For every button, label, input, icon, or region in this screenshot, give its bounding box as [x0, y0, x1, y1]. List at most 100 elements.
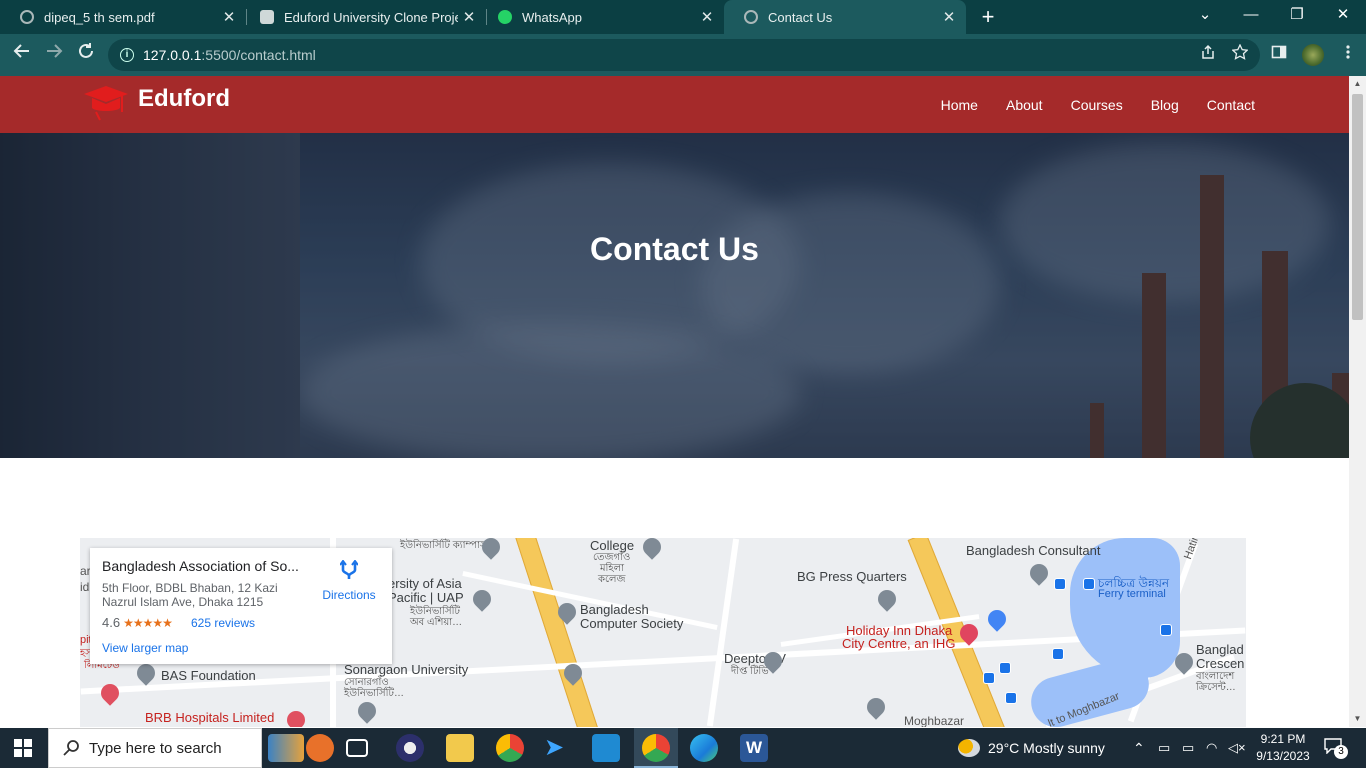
tab-contact[interactable]: Contact Us ✕: [724, 0, 966, 34]
tab-pdf[interactable]: dipeq_5 th sem.pdf ✕: [0, 0, 246, 34]
close-icon[interactable]: ✕: [458, 8, 480, 26]
battery-icon[interactable]: ▭: [1182, 728, 1194, 768]
volume-muted-icon[interactable]: ◁×: [1228, 728, 1246, 768]
windows-start-icon[interactable]: [14, 739, 32, 757]
map-label: দীপ্ত টিভি: [731, 666, 769, 677]
main-nav: Home About Courses Blog Contact: [913, 76, 1255, 133]
view-larger-map-link[interactable]: View larger map: [102, 641, 188, 655]
whatsapp-icon: [498, 10, 512, 24]
scroll-down-icon[interactable]: ▼: [1353, 714, 1362, 723]
minimize-button[interactable]: —: [1228, 0, 1274, 34]
page-scrollbar[interactable]: ▲ ▼: [1349, 76, 1366, 727]
map-label: ersity of Asia: [388, 576, 462, 591]
site-logo[interactable]: Eduford: [82, 82, 230, 122]
chrome-icon[interactable]: [496, 734, 524, 762]
new-tab-button[interactable]: +: [976, 3, 1000, 31]
reviews-link[interactable]: 625 reviews: [191, 616, 255, 630]
scroll-up-icon[interactable]: ▲: [1353, 79, 1362, 88]
menu-kebab-icon[interactable]: [1337, 44, 1359, 66]
map-label: Ferry terminal: [1098, 588, 1166, 600]
place-info-card: Bangladesh Association of So... 5th Floo…: [90, 548, 392, 664]
tray-chevron-icon[interactable]: ⌃: [1133, 728, 1145, 768]
map-label: Moghbazar: [904, 714, 965, 727]
meet-now-icon[interactable]: ▭: [1158, 728, 1170, 768]
close-icon[interactable]: ✕: [218, 8, 240, 26]
word-icon[interactable]: W: [740, 734, 768, 762]
map-pin-icon[interactable]: [874, 586, 900, 612]
weather-sun-icon: [958, 739, 980, 757]
hero-overlay: [0, 133, 1349, 458]
map-label: ক্রিসেন্ট…: [1196, 682, 1236, 693]
directions-icon: [339, 559, 359, 579]
tab-whatsapp[interactable]: WhatsApp ✕: [478, 0, 724, 34]
bus-stop-icon[interactable]: [1052, 648, 1064, 660]
taskbar-search-box[interactable]: Type here to search: [48, 728, 262, 768]
url-path: :5500/contact.html: [201, 47, 316, 63]
info-icon[interactable]: i: [120, 48, 134, 62]
directions-label: Directions: [322, 588, 376, 602]
hospital-pin-icon[interactable]: [97, 680, 123, 706]
task-view-icon[interactable]: [346, 739, 368, 757]
nav-home[interactable]: Home: [941, 97, 978, 113]
bus-stop-icon[interactable]: [999, 662, 1011, 674]
share-icon[interactable]: [1197, 44, 1219, 66]
map-pin-icon[interactable]: [863, 694, 889, 720]
globe-icon: [20, 10, 34, 24]
close-icon[interactable]: ✕: [938, 8, 960, 26]
file-explorer-icon[interactable]: [446, 734, 474, 762]
nav-contact[interactable]: Contact: [1207, 97, 1255, 113]
restore-button[interactable]: ❐: [1274, 0, 1320, 34]
bus-stop-icon[interactable]: [1054, 578, 1066, 590]
brand-name: Eduford: [138, 85, 230, 112]
scrollbar-thumb[interactable]: [1352, 94, 1363, 320]
forward-arrow-icon: [47, 44, 63, 58]
directions-button[interactable]: Directions: [319, 559, 379, 602]
bookmark-star-icon[interactable]: [1229, 43, 1251, 66]
map-label: Banglad: [1196, 642, 1244, 657]
nav-courses[interactable]: Courses: [1071, 97, 1123, 113]
weather-widget[interactable]: 29°C Mostly sunny: [958, 728, 1105, 768]
school-pin-icon[interactable]: [639, 538, 665, 560]
bus-stop-icon[interactable]: [1083, 578, 1095, 590]
map-label: id: [80, 580, 90, 594]
edge-icon[interactable]: [690, 734, 718, 762]
profile-avatar[interactable]: [1302, 44, 1324, 66]
side-panel-icon[interactable]: [1268, 44, 1290, 66]
place-address: 5th Floor, BDBL Bhaban, 12 Kazi Nazrul I…: [102, 581, 278, 609]
app-icon[interactable]: ➤: [544, 734, 572, 762]
map-label: কলেজ: [598, 574, 626, 585]
close-icon[interactable]: ✕: [696, 8, 718, 26]
hero-banner: Contact Us: [0, 133, 1349, 458]
vscode-icon[interactable]: [592, 734, 620, 762]
school-pin-icon[interactable]: [469, 586, 495, 612]
map-pin-icon[interactable]: [133, 660, 159, 686]
google-map-embed[interactable]: ইউনিভার্সিটি ক্যাম্পাস College তেজগাঁও ম…: [80, 538, 1246, 727]
hospital-pin-icon[interactable]: [283, 707, 309, 727]
eclipse-icon[interactable]: [396, 734, 424, 762]
tab-title: WhatsApp: [522, 9, 582, 25]
tab-title: Eduford University Clone Project: [284, 9, 458, 25]
chrome-active-icon[interactable]: [634, 728, 678, 768]
bus-stop-icon[interactable]: [1160, 624, 1172, 636]
map-label: ইউনিভার্সিটি…: [344, 688, 404, 699]
wifi-icon[interactable]: ◠: [1206, 728, 1217, 768]
tab-eduford[interactable]: Eduford University Clone Project ✕: [240, 0, 486, 34]
nav-about[interactable]: About: [1006, 97, 1043, 113]
reload-button[interactable]: [72, 41, 100, 69]
windows-taskbar: Type here to search ➤ W 29°C Mostly sunn…: [0, 728, 1366, 768]
shopping-pin-icon[interactable]: [984, 606, 1010, 632]
map-label: Pacific | UAP: [388, 590, 464, 605]
bus-stop-icon[interactable]: [1005, 692, 1017, 704]
tab-search-button[interactable]: ⌄: [1182, 0, 1228, 34]
close-window-button[interactable]: ✕: [1320, 0, 1366, 34]
back-button[interactable]: [8, 41, 36, 69]
basketball-icon[interactable]: [306, 734, 334, 762]
system-clock[interactable]: 9:21 PM 9/13/2023: [1256, 731, 1310, 765]
bus-stop-icon[interactable]: [983, 672, 995, 684]
map-pin-icon[interactable]: [1026, 560, 1052, 586]
address-bar[interactable]: i 127.0.0.1:5500/contact.html: [108, 39, 1260, 71]
forward-button[interactable]: [40, 41, 68, 69]
widgets-icon[interactable]: [268, 734, 304, 762]
nav-blog[interactable]: Blog: [1151, 97, 1179, 113]
notification-center-icon[interactable]: 3: [1324, 738, 1348, 759]
